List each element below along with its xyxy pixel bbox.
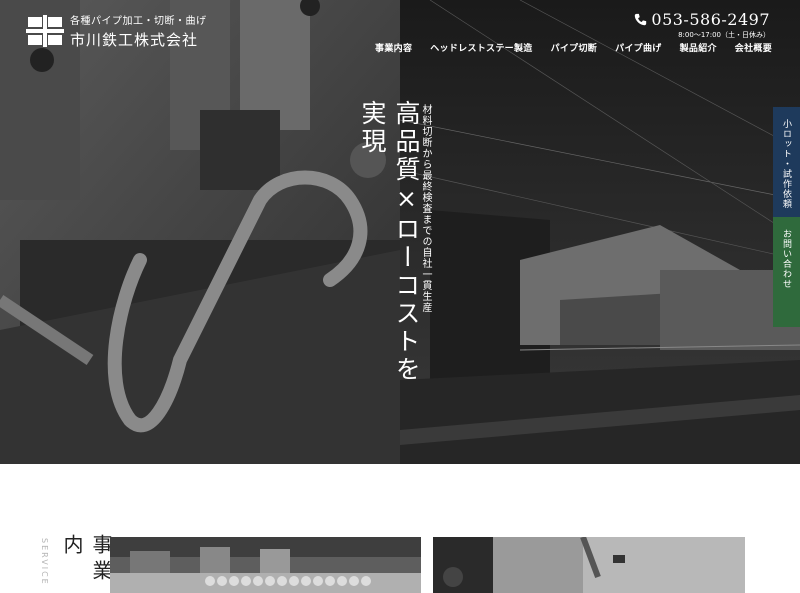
nav-item-pipe-cutting[interactable]: パイプ切断 xyxy=(551,41,598,54)
service-photo-bending[interactable] xyxy=(433,537,745,593)
nav-item-products[interactable]: 製品紹介 xyxy=(680,41,717,54)
business-hours: 8:00～17:00（土・日休み） xyxy=(678,31,770,39)
site-logo[interactable]: 各種パイプ加工・切断・曲げ 市川鉄工株式会社 xyxy=(26,12,207,50)
bending-image xyxy=(433,537,745,593)
service-heading-en: SERVICE xyxy=(40,538,49,586)
nav-item-pipe-bending[interactable]: パイプ曲げ xyxy=(615,41,662,54)
nav-item-business[interactable]: 事業内容 xyxy=(375,41,412,54)
phone-number[interactable]: 053-586-2497 xyxy=(651,10,770,29)
nav-item-company[interactable]: 会社概要 xyxy=(735,41,772,54)
service-photo-pipes[interactable] xyxy=(110,537,421,593)
hero-catchcopy: 高品質×ローコストを実現 xyxy=(358,100,421,384)
pipes-image xyxy=(110,537,421,593)
company-logo-icon xyxy=(26,15,64,47)
hero-subcopy: 材料切断から最終検査までの自社一貫生産 xyxy=(420,104,431,313)
logo-subtitle: 各種パイプ加工・切断・曲げ xyxy=(70,16,207,27)
global-nav: 事業内容 ヘッドレストステー製造 パイプ切断 パイプ曲げ 製品紹介 会社概要 xyxy=(357,41,772,54)
nav-item-headrest-stay[interactable]: ヘッドレストステー製造 xyxy=(430,41,532,54)
service-heading-ja: 事業内 xyxy=(60,534,113,586)
phone-icon xyxy=(635,13,647,26)
side-tab-contact[interactable]: お問い合わせ xyxy=(773,217,800,327)
side-tab-lot-request[interactable]: 小ロット・試作依頼 xyxy=(773,107,800,217)
phone-block: 053-586-2497 8:00～17:00（土・日休み） xyxy=(634,10,770,40)
hero-section: 各種パイプ加工・切断・曲げ 市川鉄工株式会社 053-586-2497 8:00… xyxy=(0,0,800,464)
company-name: 市川鉄工株式会社 xyxy=(70,31,199,49)
